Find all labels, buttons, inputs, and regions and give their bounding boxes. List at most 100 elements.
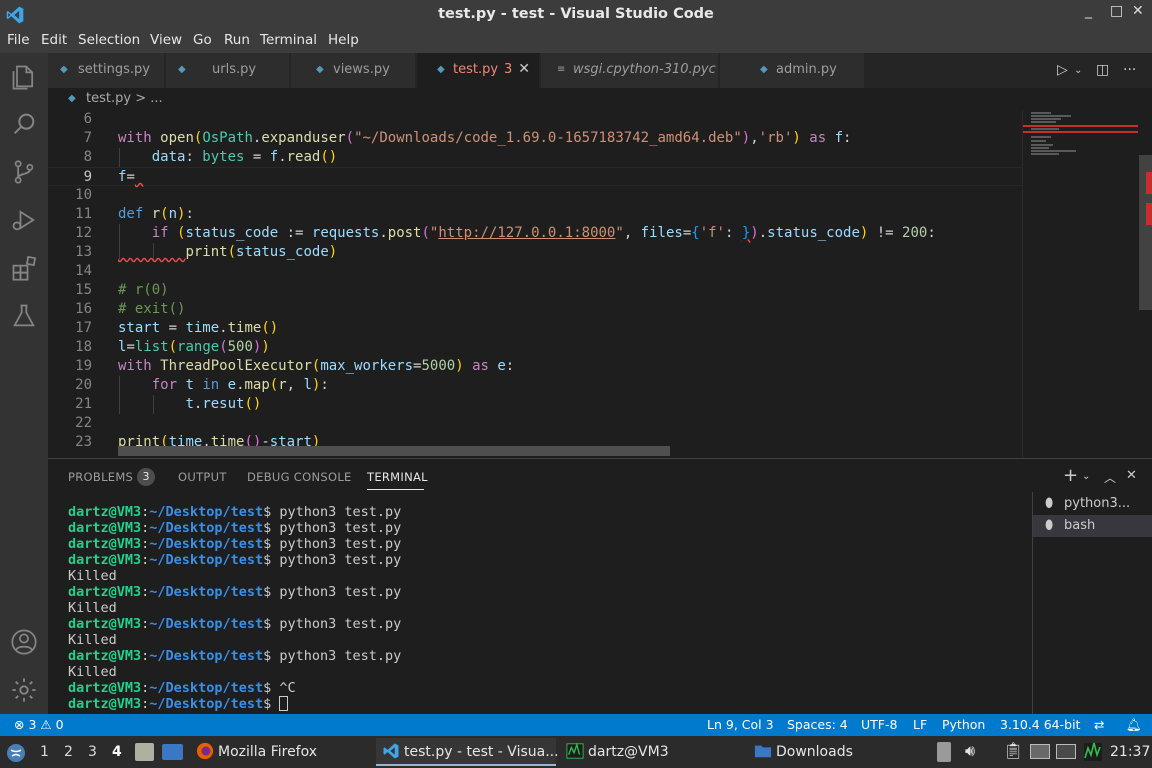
workspace-3[interactable]: 3 [88,744,97,760]
minimap[interactable] [1022,110,1152,458]
code-line: 14 [48,262,1022,281]
task-terminal[interactable]: dartz@VM3 [560,738,730,766]
menu-bar: File Edit Selection View Go Run Terminal… [0,29,1152,53]
explorer-icon[interactable] [8,61,40,93]
tab-admin-py[interactable]: ◆ admin.py [720,53,865,88]
system-menu-icon[interactable] [6,743,26,763]
menu-edit[interactable]: Edit [41,32,67,48]
new-terminal-icon[interactable]: + [1063,465,1078,486]
maximize-panel-icon[interactable]: ︿ [1104,469,1116,486]
firefox-icon [196,742,214,760]
menu-view[interactable]: View [150,32,182,48]
menu-go[interactable]: Go [193,32,212,48]
python-icon: ◆ [60,64,68,75]
menu-terminal[interactable]: Terminal [260,32,317,48]
menu-file[interactable]: File [7,32,30,48]
chevron-down-icon[interactable]: ⌄ [1074,65,1082,76]
terminal-instances-list: ⬮ python3... ⬮ bash [1032,492,1152,714]
code-editor[interactable]: 6 7 with open(OsPath.expanduser("~/Downl… [48,110,1022,458]
terminal-instance-python[interactable]: ⬮ python3... [1033,493,1152,515]
file-icon: ≡ [557,64,566,75]
minimap-line [1031,112,1051,114]
code-line: 8 data: bytes = f.read() [48,148,1022,167]
task-vscode[interactable]: test.py - test - Visua... [376,738,559,766]
tab-urls-py[interactable]: ◆ urls.py [166,53,290,88]
horizontal-scrollbar[interactable] [118,446,670,456]
close-panel-icon[interactable]: ✕ [1126,468,1137,483]
tab-test-py[interactable]: ◆ test.py 3 ✕ [417,53,540,88]
more-actions-icon[interactable]: ··· [1123,62,1136,78]
workspace-1[interactable]: 1 [40,744,49,760]
eol-status[interactable]: LF [913,717,927,732]
close-window-button[interactable]: ✕ [1132,3,1144,19]
chevron-down-icon[interactable]: ⌄ [1082,471,1090,482]
feedback-icon[interactable]: ⇄ [1094,717,1104,732]
task-downloads[interactable]: Downloads [748,738,918,766]
tab-output[interactable]: OUTPUT [178,470,227,484]
menu-selection[interactable]: Selection [78,32,140,48]
code-line: 15 # r(0) [48,281,1022,300]
cursor-position[interactable]: Ln 9, Col 3 [707,717,774,732]
indentation-status[interactable]: Spaces: 4 [787,717,848,732]
run-debug-icon[interactable] [8,204,40,236]
display-icon[interactable] [1030,744,1050,759]
search-icon[interactable] [8,108,40,140]
show-desktop-icon[interactable] [162,744,183,760]
taskbar: 1 2 3 4 Mozilla Firefox test.py - test -… [0,736,1152,768]
terminal-output[interactable]: dartz@VM3:~/Desktop/test$ python3 test.p… [68,504,1028,714]
tab-wsgi-pyc[interactable]: ≡ wsgi.cpython-310.pyc [541,53,719,88]
problems-status[interactable]: ⊗ 3 ⚠ 0 [14,717,64,732]
terminal-line: dartz@VM3:~/Desktop/test$ python3 test.p… [68,552,402,568]
code-line: 19 with ThreadPoolExecutor(max_workers=5… [48,357,1022,376]
tab-label: wsgi.cpython-310.pyc [573,62,716,77]
tray-storage-icon[interactable] [937,742,951,762]
window-title: test.py - test - Visual Studio Code [438,6,714,22]
file-manager-icon[interactable] [135,743,154,761]
close-tab-icon[interactable]: ✕ [518,61,530,77]
volume-icon[interactable]: 🔊︎ [965,741,975,761]
task-label: dartz@VM3 [588,744,669,760]
menu-run[interactable]: Run [224,32,250,48]
workspace-2[interactable]: 2 [64,744,73,760]
testing-flask-icon[interactable] [8,300,40,332]
clipboard-icon[interactable]: 📋︎ [1003,741,1023,760]
code-line: 18 l=list(range(500)) [48,338,1022,357]
tab-debug-console[interactable]: DEBUG CONSOLE [247,470,352,484]
breadcrumb-file[interactable]: test.py > ... [86,91,163,106]
task-firefox[interactable]: Mozilla Firefox [190,738,360,766]
activity-bar [0,53,48,714]
encoding-status[interactable]: UTF-8 [861,717,897,732]
system-monitor-icon[interactable] [1083,742,1103,762]
run-file-icon[interactable]: ▷ [1057,62,1068,78]
source-control-icon[interactable] [8,156,40,188]
status-bar: ⊗ 3 ⚠ 0 Ln 9, Col 3 Spaces: 4 UTF-8 LF P… [0,714,1152,736]
notifications-bell-icon[interactable]: 🔔︎ [1126,717,1142,733]
line-number: 15 [75,282,92,298]
line-number: 21 [75,396,92,412]
language-mode[interactable]: Python [942,717,985,732]
terminal-line: dartz@VM3:~/Desktop/test$ ^C [68,680,296,696]
terminal-instance-bash[interactable]: ⬮ bash [1033,515,1152,537]
line-number: 17 [75,320,92,336]
line-number: 20 [75,377,92,393]
python-icon: ◆ [760,64,768,75]
minimize-button[interactable]: _ [1085,3,1092,19]
extensions-icon[interactable] [8,252,40,284]
monitor-icon[interactable] [1056,744,1076,759]
python-interpreter[interactable]: 3.10.4 64-bit [1000,717,1080,732]
workspace-4[interactable]: 4 [112,744,122,760]
python-icon: ◆ [68,93,76,104]
scrollbar-error-marker [1146,203,1152,225]
tab-problems[interactable]: PROBLEMS [68,470,133,484]
split-editor-icon[interactable]: ◫ [1096,62,1109,78]
tab-views-py[interactable]: ◆ views.py [291,53,416,88]
accounts-icon[interactable] [8,626,40,658]
tab-terminal[interactable]: TERMINAL [367,470,428,484]
line-number: 11 [75,206,92,222]
code-line: 10 [48,186,1022,205]
tab-settings-py[interactable]: ◆ settings.py [48,53,165,88]
menu-help[interactable]: Help [328,32,359,48]
task-label: Downloads [776,744,853,760]
manage-gear-icon[interactable] [8,674,40,706]
maximize-button[interactable]: □ [1110,3,1123,19]
